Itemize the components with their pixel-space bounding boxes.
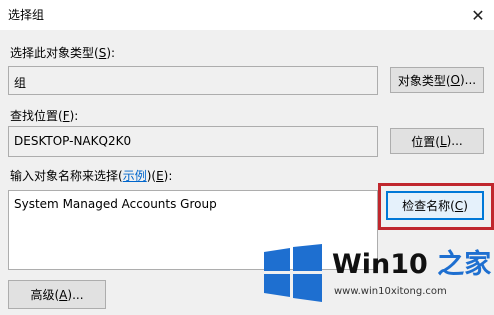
close-icon[interactable]: ✕	[462, 0, 494, 30]
check-names-button[interactable]: 检查名称(C)	[386, 191, 484, 220]
watermark-brand: Win10 之家	[332, 249, 492, 280]
title-bar: 选择组 ✕	[0, 0, 494, 30]
location-field: DESKTOP-NAKQ2K0	[8, 126, 378, 157]
object-types-button[interactable]: 对象类型(O)...	[390, 67, 484, 93]
location-label: 查找位置(F):	[10, 109, 79, 123]
object-type-value: 组	[14, 76, 27, 90]
object-names-value: System Managed Accounts Group	[14, 197, 217, 211]
location-value: DESKTOP-NAKQ2K0	[14, 134, 132, 148]
watermark-url: www.win10xitong.com	[334, 286, 447, 297]
windows-logo-icon	[264, 244, 322, 302]
window-title: 选择组	[8, 8, 45, 22]
object-type-field: 组	[8, 66, 378, 95]
watermark: Win10 之家 www.win10xitong.com	[262, 240, 492, 312]
locations-button[interactable]: 位置(L)...	[390, 128, 484, 154]
object-names-label: 输入对象名称来选择(示例)(E):	[10, 169, 173, 183]
object-type-label: 选择此对象类型(S):	[10, 46, 116, 60]
advanced-button[interactable]: 高级(A)...	[8, 280, 106, 309]
examples-link[interactable]: 示例	[123, 169, 147, 183]
